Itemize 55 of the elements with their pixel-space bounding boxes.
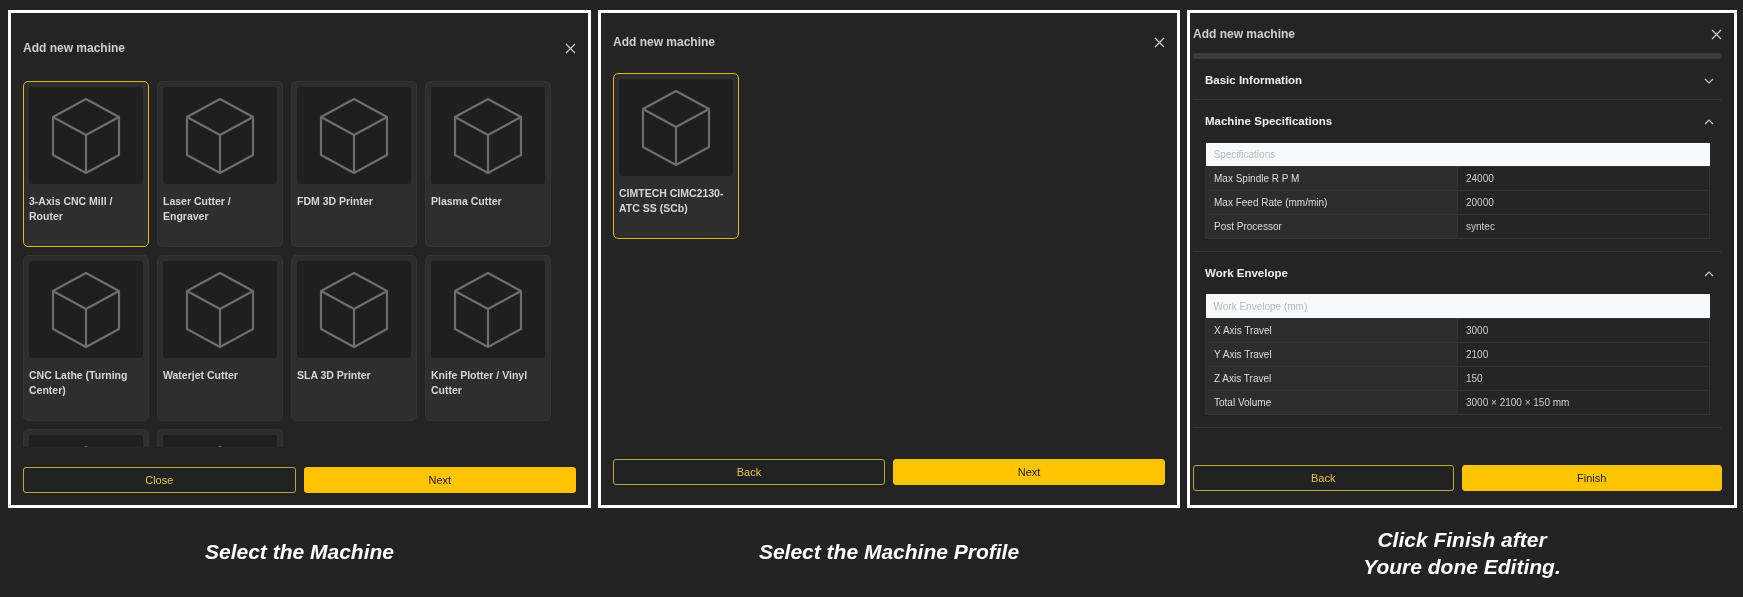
close-icon[interactable] xyxy=(1711,28,1722,40)
close-icon[interactable] xyxy=(565,42,576,54)
table-header-cell: Work Envelope (mm) xyxy=(1205,294,1710,319)
primary-button[interactable]: Finish xyxy=(1461,465,1722,491)
table-header-cell: Specifications xyxy=(1205,142,1710,167)
caption: Click Finish after Youre done Editing. xyxy=(1362,527,1562,581)
close-icon[interactable] xyxy=(1154,36,1165,48)
section-title[interactable]: Work Envelope xyxy=(1205,265,1288,283)
dialog-title: Add new machine xyxy=(1193,26,1296,43)
chevron-up-icon[interactable] xyxy=(1704,270,1714,277)
machine-card[interactable]: CIMTECH CIMC2130-ATC SS (SCb) xyxy=(613,73,739,239)
table-cell: Y Axis Travel xyxy=(1205,342,1458,367)
table-cell: Post Processor xyxy=(1205,214,1458,239)
table-cell: X Axis Travel xyxy=(1205,318,1458,343)
machine-card[interactable]: FDM 3D Printer xyxy=(291,81,417,247)
dialog-title: Add new machine xyxy=(23,40,126,57)
table-cell: 150 xyxy=(1457,366,1710,391)
cube-icon xyxy=(319,96,389,175)
outline-button[interactable]: Back xyxy=(613,459,885,485)
machine-card[interactable]: SLA 3D Printer xyxy=(291,255,417,421)
table-cell: Z Axis Travel xyxy=(1205,366,1458,391)
outline-button[interactable]: Close xyxy=(23,467,296,493)
machine-card[interactable]: Plasma Cutter xyxy=(425,81,551,247)
table-cell: Max Feed Rate (mm/min) xyxy=(1205,190,1458,215)
table-cell: syntec xyxy=(1457,214,1710,239)
table-cell: 20000 xyxy=(1457,190,1710,215)
caption: Select the Machine Profile xyxy=(757,539,1021,565)
cube-icon xyxy=(185,270,255,349)
cube-icon xyxy=(185,96,255,175)
machine-card[interactable]: Waterjet Cutter xyxy=(157,255,283,421)
outline-button[interactable]: Back xyxy=(1193,465,1454,491)
chevron-up-icon[interactable] xyxy=(1704,118,1714,125)
cube-icon xyxy=(319,270,389,349)
table-cell: Max Spindle R P M xyxy=(1205,166,1458,191)
section-title[interactable]: Basic Information xyxy=(1205,72,1303,90)
table-cell: 24000 xyxy=(1457,166,1710,191)
section-title[interactable]: Machine Specifications xyxy=(1205,113,1333,131)
table-cell: 2100 xyxy=(1457,342,1710,367)
primary-button[interactable]: Next xyxy=(303,467,576,493)
cube-icon xyxy=(51,96,121,175)
machine-card[interactable]: 3-Axis CNC Mill / Router xyxy=(23,81,149,247)
cube-icon xyxy=(453,270,523,349)
table-cell: 3000 xyxy=(1457,318,1710,343)
dialog-title: Add new machine xyxy=(613,34,716,51)
cube-icon xyxy=(641,88,711,167)
machine-card[interactable]: CNC Lathe (Turning Center) xyxy=(23,255,149,421)
table-cell: 3000 × 2100 × 150 mm xyxy=(1457,390,1710,415)
cube-icon xyxy=(51,270,121,349)
primary-button[interactable]: Next xyxy=(893,459,1165,485)
machine-card[interactable]: Laser Cutter / Engraver xyxy=(157,81,283,247)
cube-icon xyxy=(453,96,523,175)
machine-card[interactable]: Knife Plotter / Vinyl Cutter xyxy=(425,255,551,421)
chevron-down-icon[interactable] xyxy=(1704,77,1714,84)
table-cell: Total Volume xyxy=(1205,390,1458,415)
caption: Select the Machine xyxy=(203,539,396,565)
